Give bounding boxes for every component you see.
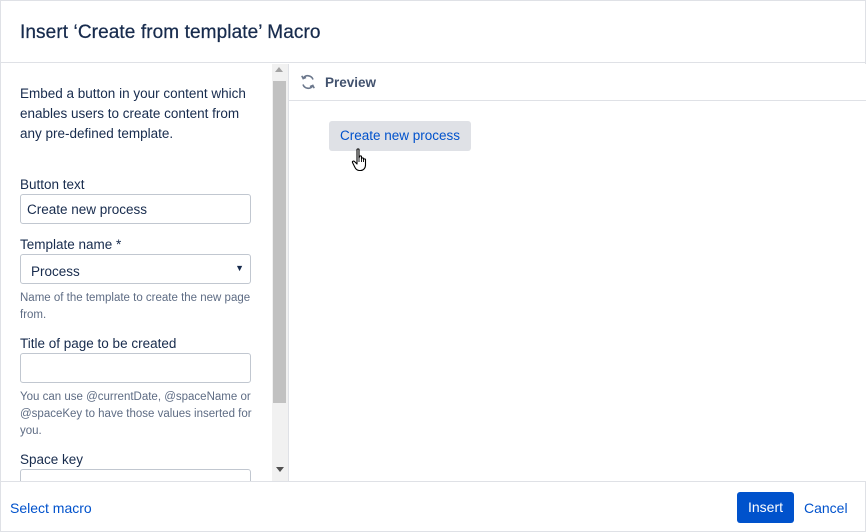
- preview-panel: Preview Create new process: [289, 64, 866, 481]
- select-macro-link[interactable]: Select macro: [10, 500, 92, 516]
- template-name-label: Template name *: [20, 237, 122, 252]
- button-text-label: Button text: [20, 177, 85, 192]
- hand-pointer-icon: [351, 148, 367, 172]
- dialog-footer: Select macro Insert Cancel: [1, 481, 866, 532]
- page-title-input[interactable]: [20, 353, 251, 383]
- space-key-label: Space key: [20, 452, 84, 467]
- cancel-button[interactable]: Cancel: [804, 500, 848, 516]
- template-name-help: Name of the template to create the new p…: [20, 292, 251, 321]
- parameters-scrollbar[interactable]: [272, 64, 288, 481]
- macro-description: Embed a button in your content which ena…: [20, 86, 246, 141]
- dialog-title: Insert ‘Create from template’ Macro: [20, 22, 321, 43]
- insert-button[interactable]: Insert: [737, 492, 794, 523]
- page-title-help: You can use @currentDate, @spaceName or …: [20, 391, 252, 437]
- refresh-icon[interactable]: [300, 74, 316, 90]
- preview-title: Preview: [325, 75, 377, 90]
- macro-parameters-panel: Embed a button in your content which ena…: [1, 64, 289, 481]
- page-title-label: Title of page to be created: [20, 336, 177, 351]
- preview-header: Preview: [289, 64, 866, 101]
- dialog-header: Insert ‘Create from template’ Macro: [1, 1, 866, 63]
- template-name-select[interactable]: Process ▼: [20, 254, 251, 284]
- macro-dialog: Insert ‘Create from template’ Macro Embe…: [0, 0, 866, 532]
- template-name-selected: Process: [31, 264, 80, 279]
- button-text-input[interactable]: [20, 194, 251, 224]
- scrollbar-thumb[interactable]: [273, 81, 286, 403]
- space-key-input[interactable]: [20, 469, 251, 481]
- dropdown-caret-icon: ▼: [235, 263, 244, 273]
- preview-create-button[interactable]: Create new process: [329, 121, 471, 151]
- scroll-up-arrow-icon[interactable]: [275, 67, 283, 72]
- scroll-down-arrow-icon[interactable]: [276, 467, 284, 472]
